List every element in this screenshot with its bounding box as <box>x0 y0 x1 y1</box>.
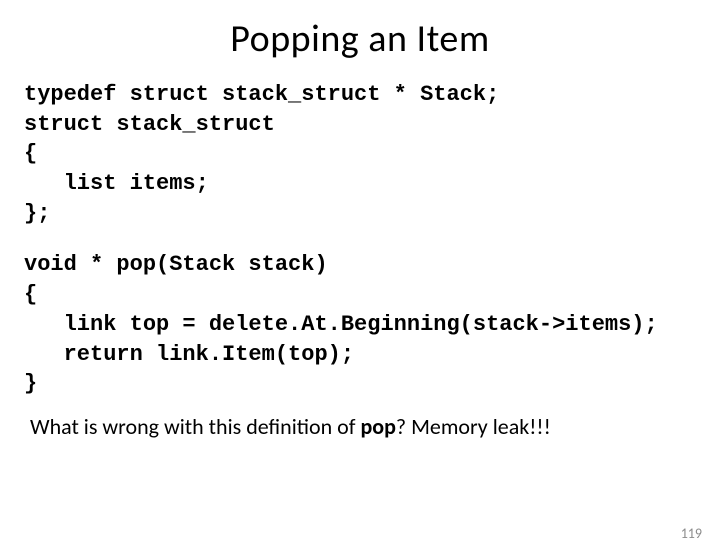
page-number: 119 <box>681 525 702 540</box>
code-block-typedef: typedef struct stack_struct * Stack; str… <box>24 80 710 228</box>
slide: Popping an Item typedef struct stack_str… <box>0 16 720 540</box>
code-line: } <box>24 371 37 396</box>
question-prefix: What is wrong with this definition of <box>30 413 360 440</box>
code-line: { <box>24 141 37 166</box>
question-text: What is wrong with this definition of po… <box>30 413 720 440</box>
spacer <box>0 228 720 250</box>
code-line: void * pop(Stack stack) <box>24 252 328 277</box>
code-line: { <box>24 282 37 307</box>
code-block-pop: void * pop(Stack stack) { link top = del… <box>24 250 710 398</box>
code-line: }; <box>24 201 50 226</box>
code-line: typedef struct stack_struct * Stack; <box>24 82 499 107</box>
question-suffix: ? Memory leak!!! <box>396 413 551 440</box>
code-line: return link.Item(top); <box>24 342 354 367</box>
code-line: list items; <box>24 171 209 196</box>
slide-title: Popping an Item <box>0 16 720 62</box>
code-line: struct stack_struct <box>24 112 275 137</box>
question-bold: pop <box>360 413 395 440</box>
code-line: link top = delete.At.Beginning(stack->it… <box>24 312 658 337</box>
